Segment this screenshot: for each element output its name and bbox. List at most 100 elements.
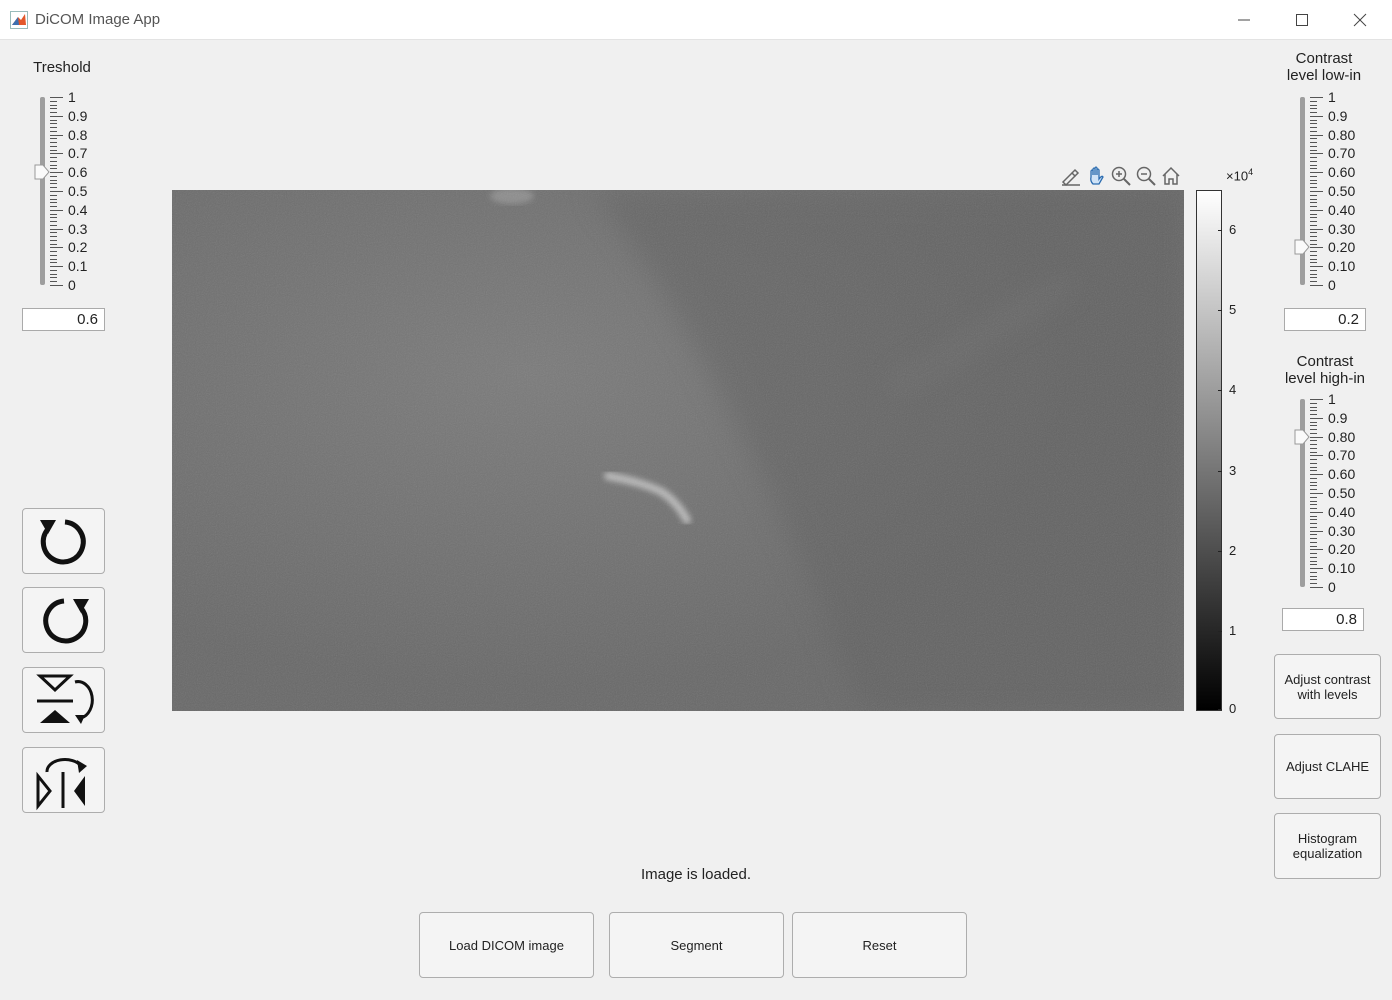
contrast-high-slider-thumb[interactable]	[1294, 429, 1310, 445]
zoom-out-icon[interactable]	[1135, 165, 1157, 187]
rotate-counterclockwise-button[interactable]	[22, 508, 105, 574]
contrast-low-slider-thumb[interactable]	[1294, 239, 1310, 255]
colorbar-tick-label: 5	[1229, 302, 1237, 318]
contrast-high-slider-minor-tick	[1310, 432, 1317, 434]
contrast-high-slider-minor-tick	[1310, 481, 1317, 483]
home-icon[interactable]	[1160, 165, 1182, 187]
contrast-high-slider-minor-tick	[1310, 466, 1317, 468]
contrast-high-slider[interactable]: 1 0.9 0.80 0.70 0.60 0.50 0.40 0.30 0.20 0.10 0	[1290, 392, 1380, 594]
minimize-button[interactable]	[1215, 0, 1273, 39]
contrast-low-slider-minor-tick	[1310, 149, 1317, 151]
threshold-value-field[interactable]: 0.6	[22, 308, 105, 331]
rotate-clockwise-button[interactable]	[22, 587, 105, 653]
threshold-slider-thumb[interactable]	[34, 164, 50, 180]
contrast-low-slider-minor-tick	[1310, 164, 1317, 166]
load-dicom-button[interactable]: Load DICOM image	[419, 912, 594, 978]
contrast-low-slider-minor-tick	[1310, 183, 1317, 185]
contrast-low-slider-minor-tick	[1310, 100, 1317, 102]
contrast-low-slider-tick-label: 0.40	[1328, 201, 1356, 218]
threshold-slider-major-tick	[50, 247, 63, 249]
contrast-high-slider-tick-label: 0.30	[1328, 522, 1356, 539]
contrast-high-slider-tick-label: 0.60	[1328, 466, 1356, 483]
contrast-low-slider-tick-label: 0.9	[1328, 107, 1348, 124]
zoom-in-icon[interactable]	[1110, 165, 1132, 187]
contrast-low-slider-minor-tick	[1310, 202, 1317, 204]
brush-icon[interactable]	[1060, 165, 1082, 187]
contrast-high-slider-minor-tick	[1310, 414, 1317, 416]
contrast-low-slider-minor-tick	[1310, 160, 1317, 162]
contrast-low-slider-minor-tick	[1310, 258, 1317, 260]
contrast-high-slider-tick-label: 0.50	[1328, 485, 1356, 501]
contrast-high-slider-minor-tick	[1310, 429, 1317, 431]
contrast-high-slider-minor-tick	[1310, 541, 1317, 543]
threshold-slider-minor-tick	[50, 142, 57, 144]
flip-vertical-button[interactable]	[22, 667, 105, 733]
contrast-high-slider-minor-tick	[1310, 421, 1317, 423]
reset-button[interactable]: Reset	[792, 912, 967, 978]
threshold-slider-minor-tick	[50, 213, 57, 215]
colorbar-exponent: ×104	[1226, 167, 1253, 183]
axes-toolbar	[1060, 165, 1186, 189]
contrast-high-value-field[interactable]: 0.8	[1282, 608, 1364, 631]
close-icon	[1353, 13, 1367, 26]
adjust-clahe-button[interactable]: Adjust CLAHE	[1274, 734, 1381, 799]
contrast-low-slider-minor-tick	[1310, 127, 1317, 129]
adjust-contrast-levels-button[interactable]: Adjust contrast with levels	[1274, 654, 1381, 719]
contrast-low-slider-major-tick	[1310, 172, 1323, 174]
threshold-slider-minor-tick	[50, 281, 57, 283]
threshold-slider-track[interactable]	[40, 97, 45, 285]
threshold-slider[interactable]: 1 0.9 0.8 0.7 0.6 0.5 0.4 0.3 0.2 0.1 0	[30, 90, 110, 292]
threshold-slider-minor-tick	[50, 232, 57, 234]
contrast-low-value-field[interactable]: 0.2	[1284, 308, 1366, 331]
matlab-logo-icon	[10, 11, 28, 29]
flip-horizontal-icon	[36, 758, 87, 811]
threshold-slider-tick-label: 0.1	[68, 258, 88, 275]
contrast-low-slider-minor-tick	[1310, 112, 1317, 114]
histogram-equalization-button[interactable]: Histogram equalization	[1274, 813, 1381, 879]
contrast-low-label-line1: Contrast	[1295, 50, 1353, 67]
contrast-low-slider-major-tick	[1310, 247, 1323, 249]
minimize-icon	[1238, 19, 1250, 20]
contrast-low-slider-tick-label: 0.60	[1328, 164, 1356, 181]
threshold-slider-minor-tick	[50, 202, 57, 204]
threshold-slider-tick-label: 0.6	[68, 164, 88, 181]
colorbar-tick	[1218, 230, 1222, 232]
threshold-slider-minor-tick	[50, 138, 57, 140]
threshold-slider-minor-tick	[50, 179, 57, 181]
contrast-high-slider-tick-label: 0.9	[1328, 409, 1348, 426]
contrast-low-slider-minor-tick	[1310, 138, 1317, 140]
contrast-low-slider-track[interactable]	[1300, 97, 1305, 285]
contrast-high-slider-minor-tick	[1310, 462, 1317, 464]
segment-button[interactable]: Segment	[609, 912, 784, 978]
contrast-high-slider-tick-label: 0	[1328, 579, 1336, 595]
contrast-low-slider-minor-tick	[1310, 123, 1317, 125]
contrast-low-slider[interactable]: 1 0.9 0.80 0.70 0.60 0.50 0.40 0.30 0.20 0.10 0	[1290, 90, 1380, 292]
adjust-contrast-line2: with levels	[1297, 686, 1358, 702]
contrast-high-slider-minor-tick	[1310, 526, 1317, 528]
contrast-low-slider-tick-label: 0.10	[1328, 258, 1356, 275]
contrast-low-slider-minor-tick	[1310, 213, 1317, 215]
contrast-low-slider-minor-tick	[1310, 187, 1317, 189]
contrast-high-slider-major-tick	[1310, 436, 1323, 438]
contrast-low-slider-minor-tick	[1310, 198, 1317, 200]
threshold-slider-major-tick	[50, 285, 63, 286]
dicom-image[interactable]	[172, 190, 1184, 711]
maximize-button[interactable]	[1273, 0, 1331, 39]
threshold-slider-major-tick	[50, 153, 63, 155]
threshold-slider-major-tick	[50, 228, 63, 230]
contrast-low-slider-major-tick	[1310, 266, 1323, 268]
adjust-contrast-line1: Adjust contrast	[1284, 671, 1371, 687]
contrast-high-slider-minor-tick	[1310, 575, 1317, 577]
threshold-slider-tick-label: 0.2	[68, 239, 88, 256]
contrast-low-slider-major-tick	[1310, 209, 1323, 211]
contrast-high-slider-track[interactable]	[1300, 399, 1305, 587]
threshold-slider-major-tick	[50, 115, 63, 117]
flip-horizontal-button[interactable]	[22, 747, 105, 813]
pan-icon[interactable]	[1085, 165, 1107, 187]
close-button[interactable]	[1331, 0, 1389, 39]
threshold-slider-minor-tick	[50, 119, 57, 121]
contrast-low-slider-major-tick	[1310, 285, 1323, 286]
contrast-high-slider-major-tick	[1310, 568, 1323, 570]
contrast-high-slider-minor-tick	[1310, 519, 1317, 521]
threshold-slider-minor-tick	[50, 157, 57, 159]
